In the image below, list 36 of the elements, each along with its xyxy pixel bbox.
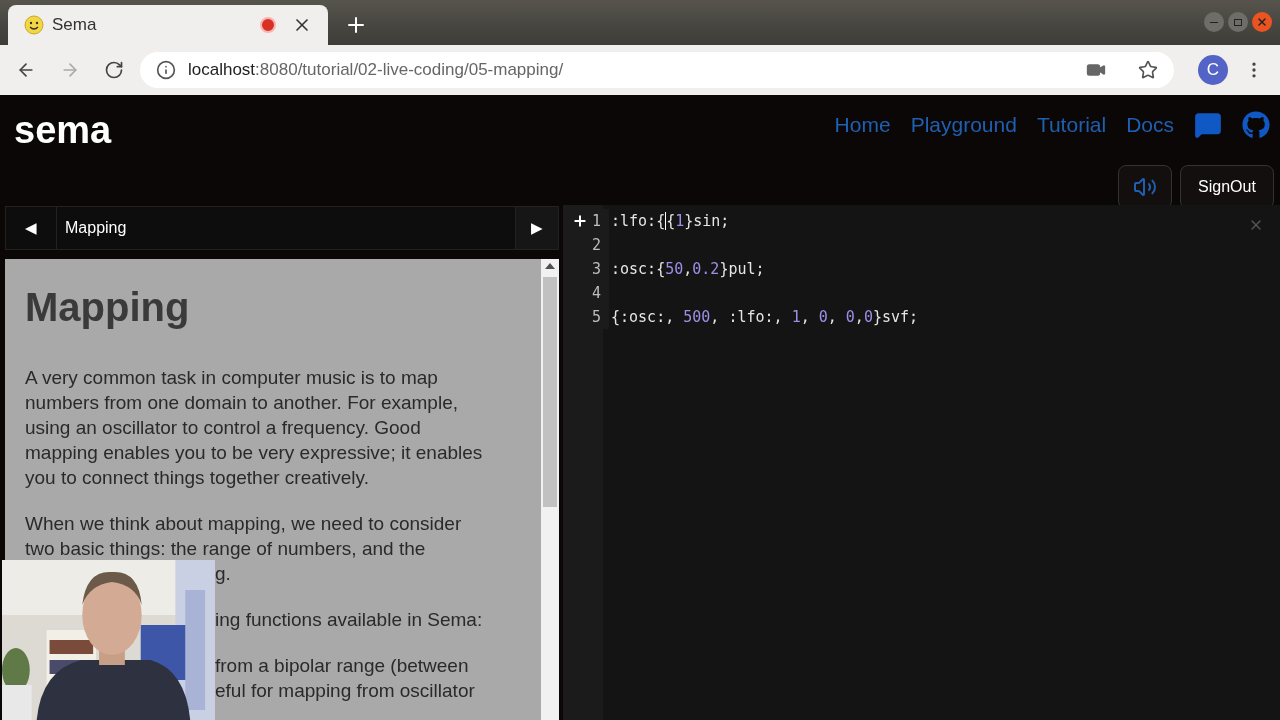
paragraph-fragment: eful for mapping from oscillator [215, 679, 476, 703]
next-button[interactable]: ▶ [515, 206, 559, 250]
maximize-icon[interactable] [1228, 12, 1248, 32]
paragraph-fragment: ing functions available in Sema: [215, 608, 484, 632]
chat-icon[interactable] [1194, 110, 1222, 139]
paragraph-fragment: from a bipolar range (between [215, 654, 470, 678]
paragraph: A very common task in computer music is to map numbers from one domain to another. For example, using an oscillator to control a frequency. Good mapping enables you to be very expressive; it enables you to connect things together creatively. [25, 366, 484, 490]
bookmark-star-icon[interactable] [1138, 60, 1158, 80]
previous-button[interactable]: ◀ [5, 206, 57, 250]
fold-icon[interactable] [571, 213, 588, 229]
line-number: 5 [591, 306, 601, 328]
paragraph-fragment: g. [215, 562, 232, 586]
reload-icon[interactable] [104, 60, 124, 80]
tab-title: Sema [52, 14, 98, 37]
line-number: 4 [591, 282, 601, 304]
browser-tab[interactable]: Sema [8, 5, 328, 45]
line-number: 2 [591, 234, 601, 256]
code-line: :lfo:{{1}sin; [610, 210, 730, 232]
tutorial-heading: Mapping [25, 287, 191, 327]
profile-avatar[interactable]: C [1198, 55, 1228, 85]
tutorial-title-bar: Mapping [57, 206, 515, 250]
smiley-icon [24, 15, 44, 35]
line-number: 3 [591, 258, 601, 280]
address-bar[interactable]: localhost:8080/tutorial/02-live-coding/05-mapping/ [140, 52, 1174, 88]
github-icon[interactable] [1242, 110, 1270, 139]
scroll-up-icon[interactable] [545, 263, 555, 269]
logo[interactable]: sema [14, 111, 112, 205]
text-cursor [665, 212, 667, 230]
code-editor[interactable]: 1 :lfo:{{1}sin; 2 3 :osc:{50,0.2}pul; 4 5 {:osc:, 500, :lfo:, 1, 0, 0,0}svf; [563, 205, 1280, 720]
close-window-icon[interactable] [1252, 12, 1272, 32]
scrollbar-thumb[interactable] [543, 277, 557, 507]
code-line: {:osc:, 500, :lfo:, 1, 0, 0,0}svf; [610, 306, 919, 328]
url-text: localhost:8080/tutorial/02-live-coding/05-mapping/ [188, 59, 565, 82]
code-line: :osc:{50,0.2}pul; [610, 258, 765, 280]
info-icon [156, 60, 176, 80]
line-number: 1 [591, 210, 601, 232]
